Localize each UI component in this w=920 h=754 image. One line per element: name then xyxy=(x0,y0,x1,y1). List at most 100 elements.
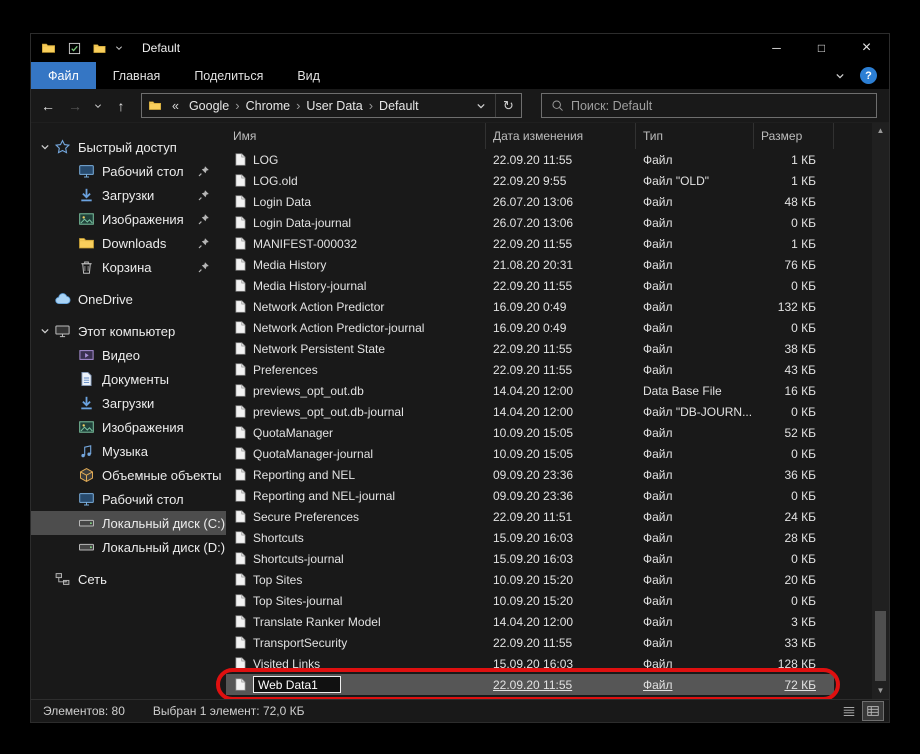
file-type-cell: Файл xyxy=(636,237,754,251)
sidebar-item[interactable]: Корзина xyxy=(31,255,226,279)
breadcrumb-item[interactable]: Google xyxy=(183,99,235,113)
vertical-scrollbar[interactable]: ▲ ▼ xyxy=(872,123,889,699)
window-title: Default xyxy=(142,41,180,55)
minimize-button[interactable]: ─ xyxy=(754,34,799,62)
qat-customize-chevron-icon[interactable] xyxy=(114,43,124,53)
file-row[interactable]: MANIFEST-00003222.09.20 11:55Файл1 КБ xyxy=(226,233,834,254)
sidebar-item[interactable]: Загрузки xyxy=(31,391,226,415)
sidebar-item[interactable]: Музыка xyxy=(31,439,226,463)
scrollbar-thumb[interactable] xyxy=(875,611,886,681)
file-row[interactable]: QuotaManager-journal10.09.20 15:05Файл0 … xyxy=(226,443,834,464)
sidebar-item[interactable]: OneDrive xyxy=(31,287,226,311)
breadcrumb-item[interactable]: Chrome xyxy=(240,99,296,113)
file-row[interactable]: Reporting and NEL09.09.20 23:36Файл36 КБ xyxy=(226,464,834,485)
breadcrumb-item[interactable]: User Data xyxy=(300,99,368,113)
ribbon-expand-chevron-icon[interactable] xyxy=(834,70,846,82)
file-row[interactable]: Login Data-journal26.07.20 13:06Файл0 КБ xyxy=(226,212,834,233)
sidebar-item[interactable]: Объемные объекты xyxy=(31,463,226,487)
file-row[interactable]: Network Persistent State22.09.20 11:55Фа… xyxy=(226,338,834,359)
breadcrumb-overflow[interactable]: « xyxy=(168,99,183,113)
qat-new-folder-icon[interactable] xyxy=(93,42,106,55)
back-button[interactable]: ← xyxy=(37,98,59,114)
sidebar-item[interactable]: Видео xyxy=(31,343,226,367)
column-header-name[interactable]: Имя xyxy=(226,123,486,149)
file-name: Reporting and NEL-journal xyxy=(253,489,395,503)
file-row[interactable]: Network Action Predictor16.09.20 0:49Фай… xyxy=(226,296,834,317)
scroll-up-arrow-icon[interactable]: ▲ xyxy=(877,126,885,136)
file-type-cell: Data Base File xyxy=(636,384,754,398)
file-icon xyxy=(235,174,246,187)
breadcrumb[interactable]: « Google›Chrome›User Data›Default ↻ xyxy=(141,93,522,118)
sidebar-item-label: Сеть xyxy=(78,572,107,587)
search-input[interactable]: Поиск: Default xyxy=(541,93,877,118)
ribbon-tab[interactable]: Вид xyxy=(280,62,337,89)
file-icon xyxy=(235,195,246,208)
sidebar-item[interactable]: Быстрый доступ xyxy=(31,135,226,159)
file-date-cell: 21.08.20 20:31 xyxy=(486,258,636,272)
ribbon-tab[interactable]: Поделиться xyxy=(177,62,280,89)
forward-button[interactable]: → xyxy=(64,98,86,114)
sidebar-item[interactable]: Изображения xyxy=(31,415,226,439)
sidebar-item[interactable]: Сеть xyxy=(31,567,226,591)
sidebar-item[interactable]: Downloads xyxy=(31,231,226,255)
address-dropdown-chevron-icon[interactable] xyxy=(475,100,487,112)
file-row[interactable]: Media History21.08.20 20:31Файл76 КБ xyxy=(226,254,834,275)
file-row[interactable]: Shortcuts15.09.20 16:03Файл28 КБ xyxy=(226,527,834,548)
file-date-cell: 26.07.20 13:06 xyxy=(486,195,636,209)
file-row[interactable]: Top Sites-journal10.09.20 15:20Файл0 КБ xyxy=(226,590,834,611)
file-row[interactable]: Secure Preferences22.09.20 11:51Файл24 К… xyxy=(226,506,834,527)
sidebar-item[interactable]: Рабочий стол xyxy=(31,487,226,511)
file-row[interactable]: Web Data122.09.20 11:55Файл72 КБ xyxy=(226,674,834,695)
sidebar-item[interactable]: Локальный диск (C:) xyxy=(31,511,226,535)
picture-icon xyxy=(78,211,95,227)
file-row[interactable]: Preferences22.09.20 11:55Файл43 КБ xyxy=(226,359,834,380)
ribbon-tab[interactable]: Главная xyxy=(96,62,178,89)
file-type-cell: Файл xyxy=(636,468,754,482)
qat-properties-icon[interactable] xyxy=(68,42,81,55)
details-view-button[interactable] xyxy=(863,702,883,720)
picture-icon xyxy=(78,419,95,435)
file-row[interactable]: LOG.old22.09.20 9:55Файл "OLD"1 КБ xyxy=(226,170,834,191)
file-row[interactable]: previews_opt_out.db14.04.20 12:00Data Ba… xyxy=(226,380,834,401)
maximize-button[interactable]: □ xyxy=(799,34,844,62)
sidebar-item[interactable]: Этот компьютер xyxy=(31,319,226,343)
file-row[interactable]: Shortcuts-journal15.09.20 16:03Файл0 КБ xyxy=(226,548,834,569)
column-header-type[interactable]: Тип xyxy=(636,123,754,149)
close-button[interactable]: × xyxy=(844,34,889,62)
column-header-size[interactable]: Размер xyxy=(754,123,834,149)
sidebar-item-label: Музыка xyxy=(102,444,148,459)
ribbon-tab[interactable]: Файл xyxy=(31,62,96,89)
sidebar-item[interactable]: Локальный диск (D:) xyxy=(31,535,226,559)
rename-input[interactable]: Web Data1 xyxy=(253,676,341,693)
file-row[interactable]: Visited Links15.09.20 16:03Файл128 КБ xyxy=(226,653,834,674)
list-view-button[interactable] xyxy=(839,702,859,720)
sidebar-item[interactable]: Изображения xyxy=(31,207,226,231)
file-row[interactable]: Top Sites10.09.20 15:20Файл20 КБ xyxy=(226,569,834,590)
up-button[interactable]: ↑ xyxy=(110,98,132,114)
recent-locations-chevron-icon[interactable] xyxy=(91,101,105,111)
chevron-placeholder xyxy=(61,373,77,385)
file-row[interactable]: Translate Ranker Model14.04.20 12:00Файл… xyxy=(226,611,834,632)
file-date-cell: 09.09.20 23:36 xyxy=(486,468,636,482)
file-row[interactable]: Reporting and NEL-journal09.09.20 23:36Ф… xyxy=(226,485,834,506)
sidebar-item[interactable]: Документы xyxy=(31,367,226,391)
file-row[interactable]: LOG22.09.20 11:55Файл1 КБ xyxy=(226,149,834,170)
file-name-cell: Secure Preferences xyxy=(226,510,486,524)
sidebar-item[interactable]: Загрузки xyxy=(31,183,226,207)
breadcrumb-item[interactable]: Default xyxy=(373,99,425,113)
scroll-down-arrow-icon[interactable]: ▼ xyxy=(877,686,885,696)
file-size-cell: 132 КБ xyxy=(754,300,834,314)
file-row[interactable]: Login Data26.07.20 13:06Файл48 КБ xyxy=(226,191,834,212)
column-header-date[interactable]: Дата изменения xyxy=(486,123,636,149)
file-type-cell: Файл xyxy=(636,615,754,629)
file-row[interactable]: Network Action Predictor-journal16.09.20… xyxy=(226,317,834,338)
file-date-cell: 15.09.20 16:03 xyxy=(486,552,636,566)
refresh-button[interactable]: ↻ xyxy=(495,94,521,117)
file-row[interactable]: TransportSecurity22.09.20 11:55Файл33 КБ xyxy=(226,632,834,653)
sidebar-item[interactable]: Рабочий стол xyxy=(31,159,226,183)
monitor-icon xyxy=(78,163,95,179)
file-row[interactable]: previews_opt_out.db-journal14.04.20 12:0… xyxy=(226,401,834,422)
file-row[interactable]: QuotaManager10.09.20 15:05Файл52 КБ xyxy=(226,422,834,443)
help-button[interactable]: ? xyxy=(860,67,877,84)
file-row[interactable]: Media History-journal22.09.20 11:55Файл0… xyxy=(226,275,834,296)
